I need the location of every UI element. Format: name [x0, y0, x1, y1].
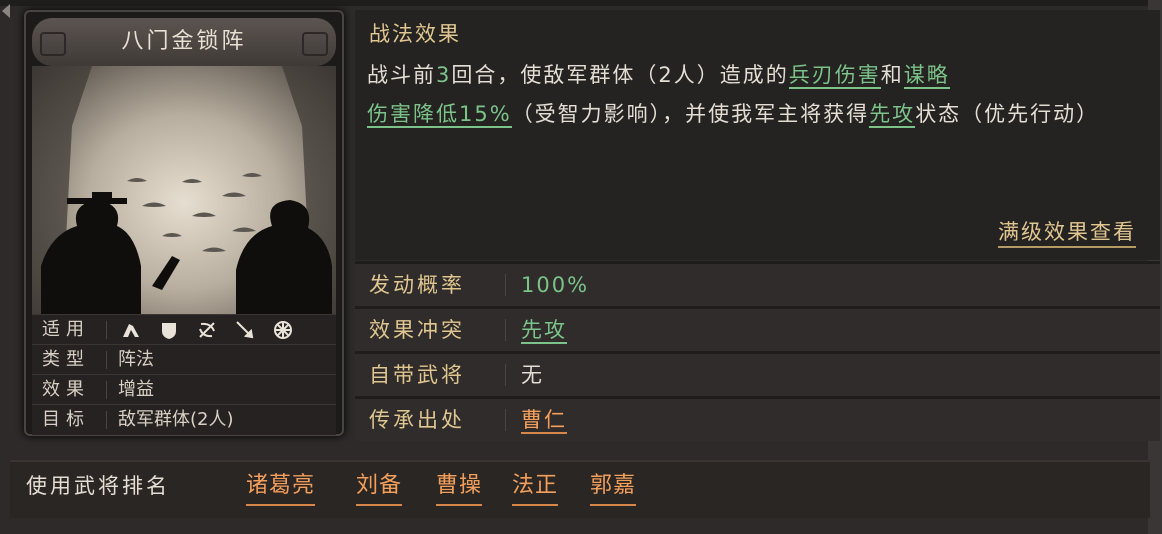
effect-description: 战斗前3回合，使敌军群体（2人）造成的兵刃伤害和谋略伤害降低15%（受智力影响）… [367, 56, 1147, 134]
effect-number: 3 [436, 63, 452, 87]
stat-row-target: 目标 敌军群体(2人) [32, 404, 336, 435]
tactic-illustration [32, 66, 336, 314]
divider [106, 321, 107, 339]
effect-panel: 战法效果 战斗前3回合，使敌军群体（2人）造成的兵刃伤害和谋略伤害降低15%（受… [355, 10, 1160, 260]
source-general-link[interactable]: 曹仁 [521, 408, 567, 434]
divider [106, 351, 107, 369]
stat-key: 目标 [42, 409, 90, 430]
stat-key: 效果 [42, 379, 90, 400]
general-link[interactable]: 刘备 [356, 468, 403, 506]
back-arrow-icon[interactable] [2, 4, 10, 18]
ranking-label: 使用武将排名 [26, 474, 170, 498]
general-link[interactable]: 曹操 [436, 468, 483, 506]
tactic-detail-page: 八门金锁阵 适用 类型 阵法 效果 增益 目标 敌军群体(2人) 战法效果 战斗… [0, 0, 1162, 534]
full-level-effect-link[interactable]: 满级效果查看 [998, 218, 1136, 248]
stat-value: 阵法 [118, 349, 154, 370]
divider [505, 409, 506, 431]
general-ranking-bar: 使用武将排名 诸葛亮 刘备 曹操 法正 郭嘉 [10, 460, 1150, 518]
row-effect-conflict: 效果冲突 先攻 [355, 306, 1160, 351]
general-link[interactable]: 法正 [512, 468, 559, 506]
effect-title: 战法效果 [369, 22, 461, 46]
keyword-link-damage-reduction[interactable]: 伤害降低15% [367, 102, 512, 128]
effect-text-segment: 和 [880, 63, 904, 87]
top-bar [0, 0, 1162, 6]
stat-row-applicable: 适用 [32, 314, 336, 345]
spear-icon [236, 321, 254, 339]
general-link[interactable]: 郭嘉 [590, 468, 637, 506]
stat-key: 适用 [42, 319, 90, 340]
row-trigger-rate: 发动概率 100% [355, 261, 1160, 306]
divider [106, 381, 107, 399]
effect-text-segment: 回合，使敌军群体（2人）造成的 [451, 63, 789, 87]
tactic-card: 八门金锁阵 适用 类型 阵法 效果 增益 目标 敌军群体(2人) [24, 10, 344, 436]
row-key: 效果冲突 [369, 318, 465, 342]
tactic-name: 八门金锁阵 [121, 29, 247, 54]
stat-row-type: 类型 阵法 [32, 344, 336, 375]
keyword-link-weapon-damage[interactable]: 兵刃伤害 [788, 63, 881, 89]
shield-icon [162, 323, 176, 339]
effect-text-segment: （受智力影响），并使我军主将获得 [511, 102, 870, 126]
bow-icon [199, 322, 215, 338]
divider [106, 411, 107, 429]
keyword-link-first-strike[interactable]: 先攻 [869, 102, 916, 128]
illustration-art [32, 66, 336, 314]
row-inherit-source: 传承出处 曹仁 [355, 396, 1160, 441]
stat-row-effect: 效果 增益 [32, 374, 336, 405]
row-key: 传承出处 [369, 408, 465, 432]
stat-key: 类型 [42, 349, 90, 370]
effect-text-segment: 战斗前 [367, 63, 436, 87]
cavalry-icon [123, 324, 139, 337]
effect-text-segment: 状态（优先行动） [915, 102, 1100, 126]
divider [505, 274, 506, 296]
divider [505, 364, 506, 386]
conflict-link[interactable]: 先攻 [521, 318, 567, 344]
row-value[interactable]: 曹仁 [521, 399, 567, 441]
wheel-icon [274, 321, 292, 339]
card-title-plate: 八门金锁阵 [32, 18, 336, 66]
row-value[interactable]: 先攻 [521, 309, 567, 351]
general-link[interactable]: 诸葛亮 [246, 468, 316, 506]
stat-value: 增益 [118, 379, 154, 400]
row-value: 无 [521, 363, 544, 387]
row-key: 发动概率 [369, 273, 465, 297]
row-own-general: 自带武将 无 [355, 351, 1160, 396]
row-key: 自带武将 [369, 363, 465, 387]
keyword-link-strategy-damage[interactable]: 谋略 [903, 63, 950, 89]
row-value: 100% [521, 273, 590, 297]
stat-value: 敌军群体(2人) [118, 409, 234, 430]
divider [505, 319, 506, 341]
